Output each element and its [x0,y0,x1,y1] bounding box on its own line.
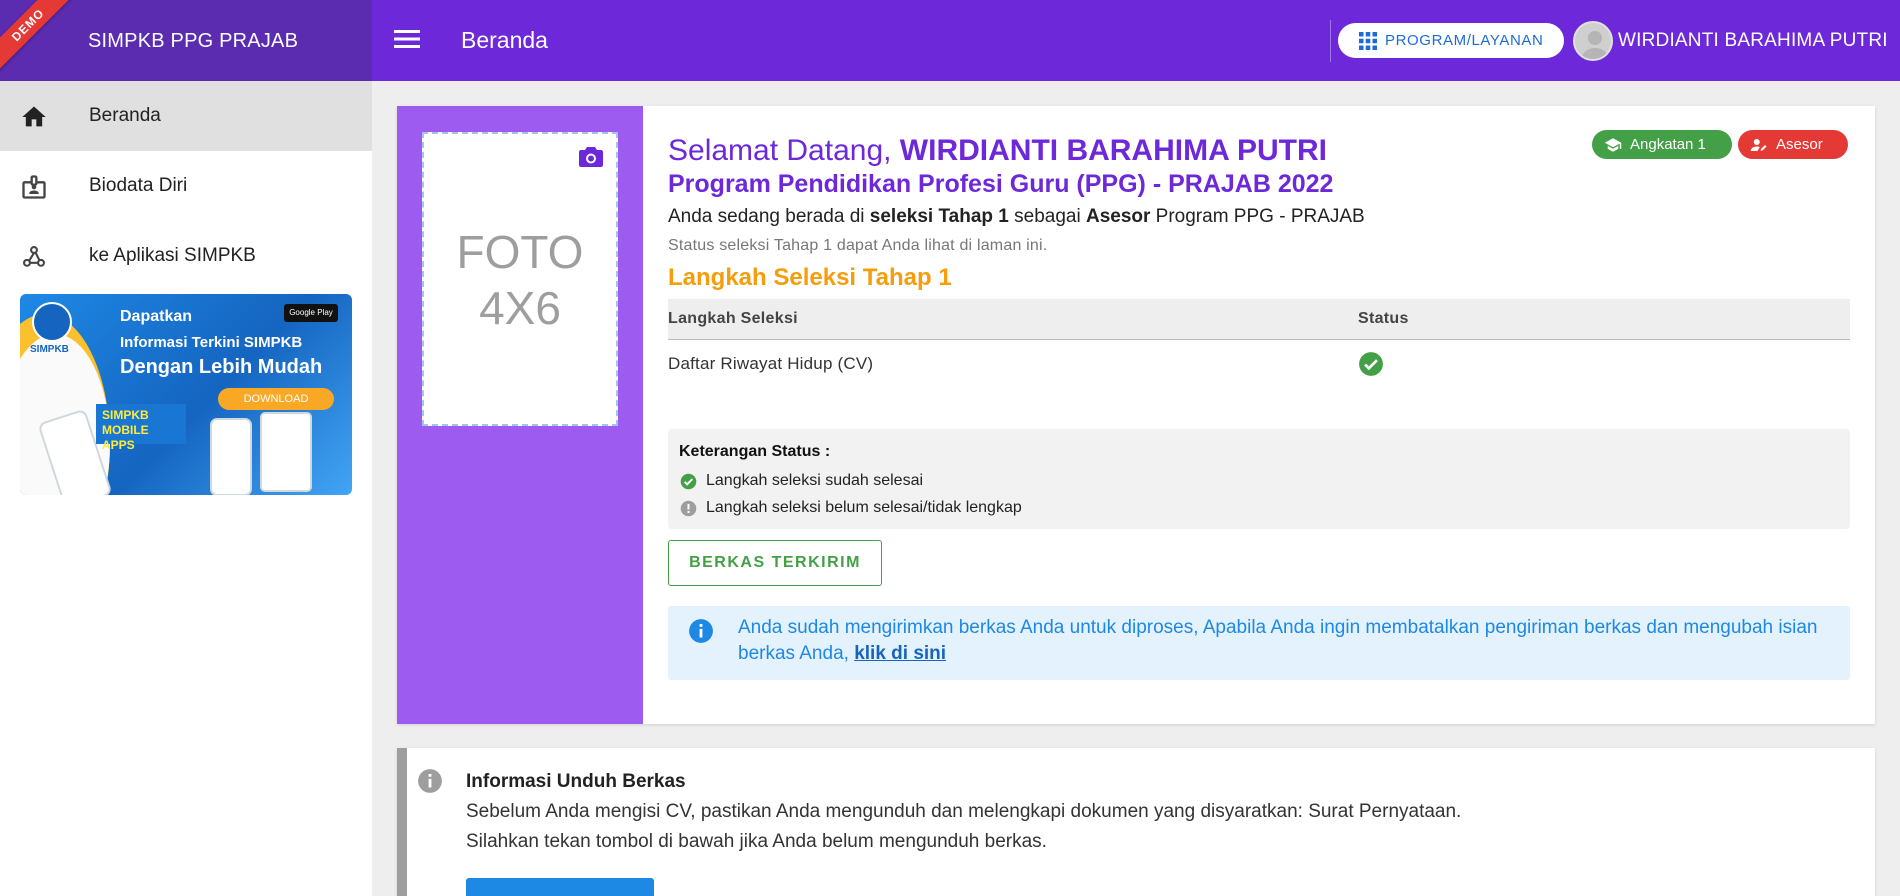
graduation-cap-icon [1604,137,1622,152]
cancel-submission-link[interactable]: klik di sini [854,643,946,664]
sidebar-item-beranda[interactable]: Beranda [0,81,372,151]
banner-line1: Dapatkan [120,308,193,325]
card-accent-bar [397,748,407,896]
banner-logo-text: SIMPKB [30,344,69,355]
exclamation-circle-icon [680,500,697,516]
google-play-badge[interactable]: Google Play [284,304,338,322]
camera-icon[interactable] [578,146,604,168]
program-layanan-button[interactable]: PROGRAM/LAYANAN [1338,23,1564,58]
column-header: Langkah Seleksi [668,299,1358,340]
check-circle-icon [1359,352,1383,377]
avatar[interactable] [1573,21,1613,61]
legend-title: Keterangan Status : [679,443,831,460]
status-legend: Keterangan Status : Langkah seleksi suda… [668,429,1850,529]
angkatan-badge: Angkatan 1 [1592,130,1732,159]
user-avatar-icon [1581,31,1609,59]
banner-mobile-label: SIMPKB MOBILE APPS [96,404,186,452]
mobile-app-banner[interactable]: SIMPKB Dapatkan Informasi Terkini SIMPKB… [20,294,352,495]
apps-grid-icon [1359,31,1377,50]
program-layanan-label: PROGRAM/LAYANAN [1385,32,1544,49]
download-berkas-button[interactable] [466,878,654,896]
berkas-terkirim-button[interactable]: BERKAS TERKIRIM [668,540,882,586]
legend-item-done: Langkah seleksi sudah selesai [680,472,923,490]
divider [1330,20,1331,62]
user-edit-icon [1750,138,1767,151]
top-app-bar: Beranda PROGRAM/LAYANAN WIRDIANTI BARAHI… [372,0,1900,81]
selection-steps-table: Langkah Seleksi Status Daftar Riwayat Hi… [668,299,1850,389]
sidebar-item-biodata[interactable]: Biodata Diri [0,151,372,221]
desc-text: sebagai [1008,206,1086,227]
home-icon [22,106,46,127]
selection-description: Anda sedang berada di seleksi Tahap 1 se… [668,206,1365,228]
sidebar-item-simpkb[interactable]: ke Aplikasi SIMPKB [0,221,372,291]
check-circle-icon [680,473,697,489]
role-badge: Asesor [1738,130,1848,159]
greeting-text: Selamat Datang, [668,134,900,167]
id-badge-icon [22,175,46,199]
role-label: Asesor [1776,136,1823,153]
alert-message: Anda sudah mengirimkan berkas Anda untuk… [738,615,1818,667]
user-name[interactable]: WIRDIANTI BARAHIMA PUTRI [1618,30,1888,52]
desc-text: Anda sedang berada di [668,206,870,227]
status-note: Status seleksi Tahap 1 dapat Anda lihat … [668,237,1048,254]
hamburger-menu-icon[interactable] [394,28,420,50]
photo-panel: FOTO 4X6 [397,106,643,724]
legend-label: Langkah seleksi belum selesai/tidak leng… [706,499,1022,516]
info-icon [418,769,442,793]
simpkb-logo [32,302,72,342]
download-info-card: Informasi Unduh Berkas Sebelum Anda meng… [397,748,1875,896]
photo-placeholder-text: FOTO 4X6 [424,224,616,336]
desc-role: Asesor [1085,206,1151,227]
desc-text: Program PPG - PRAJAB [1150,206,1365,227]
sidebar-item-label: ke Aplikasi SIMPKB [89,245,256,266]
info-card-line2: Silahkan tekan tombol di bawah jika Anda… [466,831,1047,852]
sidebar-brand: DEMO SIMPKB PPG PRAJAB [0,0,372,81]
phone-illustration [260,412,312,492]
sidebar-item-label: Beranda [89,105,161,126]
info-card-line1: Sebelum Anda mengisi CV, pastikan Anda m… [466,801,1462,822]
section-title: Langkah Seleksi Tahap 1 [668,264,952,291]
sidebar: DEMO SIMPKB PPG PRAJAB Beranda Biodata D… [0,0,372,896]
sidebar-item-label: Biodata Diri [89,175,188,196]
info-card-title: Informasi Unduh Berkas [466,771,686,792]
greeting-name: WIRDIANTI BARAHIMA PUTRI [899,134,1327,167]
welcome-greeting: Selamat Datang, WIRDIANTI BARAHIMA PUTRI [668,134,1327,168]
webhook-icon [23,246,45,267]
page-title: Beranda [461,27,548,53]
info-icon [689,619,713,643]
welcome-card: FOTO 4X6 Selamat Datang, WIRDIANTI BARAH… [397,106,1875,724]
photo-text-line2: 4X6 [479,282,561,334]
banner-line3: Dengan Lebih Mudah [120,356,323,378]
download-button[interactable]: DOWNLOAD [218,388,334,410]
legend-item-pending: Langkah seleksi belum selesai/tidak leng… [680,499,1022,517]
phone-illustration [210,418,252,495]
step-name: Daftar Riwayat Hidup (CV) [668,354,874,374]
step-status [1358,339,1850,389]
demo-ribbon: DEMO [0,0,79,76]
column-header: Status [1358,299,1850,340]
table-row: Daftar Riwayat Hidup (CV) [668,339,1850,389]
angkatan-label: Angkatan 1 [1630,136,1706,153]
info-alert: Anda sudah mengirimkan berkas Anda untuk… [668,606,1850,680]
brand-title[interactable]: SIMPKB PPG PRAJAB [88,30,298,53]
table-header-row: Langkah Seleksi Status [668,299,1850,340]
photo-text-line1: FOTO [456,226,584,278]
program-title: Program Pendidikan Profesi Guru (PPG) - … [668,170,1334,198]
desc-stage: seleksi Tahap 1 [869,206,1009,227]
banner-line2: Informasi Terkini SIMPKB [120,334,303,351]
photo-placeholder[interactable]: FOTO 4X6 [422,132,618,426]
legend-label: Langkah seleksi sudah selesai [706,472,924,489]
